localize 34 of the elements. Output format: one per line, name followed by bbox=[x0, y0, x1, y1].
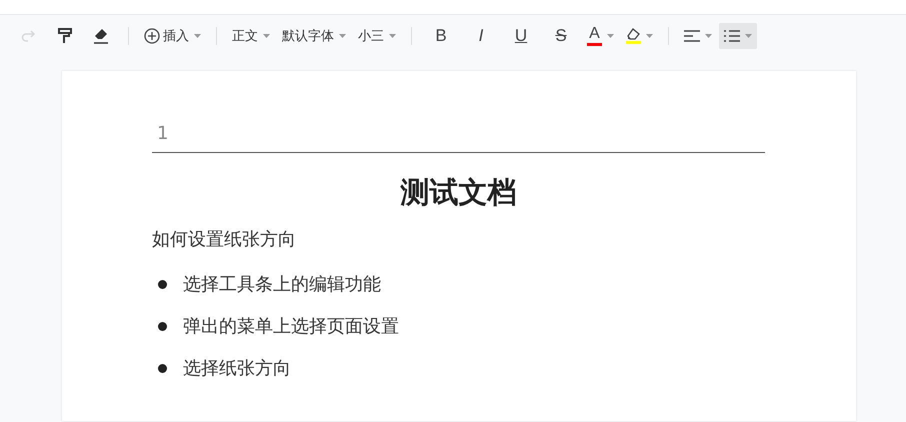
list-item-text: 弹出的菜单上选择页面设置 bbox=[183, 315, 399, 338]
caret-icon bbox=[194, 34, 201, 38]
bold-button[interactable]: B bbox=[422, 23, 460, 49]
caret-icon bbox=[263, 34, 270, 38]
redo-icon bbox=[21, 29, 37, 43]
strike-button[interactable]: S bbox=[542, 23, 580, 49]
plus-circle-icon bbox=[144, 28, 160, 44]
paragraph-text: 如何设置纸张方向 bbox=[152, 228, 297, 251]
header-text: 1 bbox=[152, 117, 765, 153]
document-title: 测试文档 bbox=[399, 174, 518, 211]
caret-icon bbox=[607, 34, 614, 38]
dropdown-button[interactable]: 正文 bbox=[227, 23, 275, 49]
caret-icon bbox=[339, 34, 346, 38]
list-item-text: 选择纸张方向 bbox=[183, 357, 291, 380]
align-left-icon bbox=[684, 30, 700, 42]
bullet-list-icon bbox=[724, 30, 740, 42]
caret-icon bbox=[389, 34, 396, 38]
caret-icon bbox=[646, 34, 653, 38]
dropdown-button[interactable]: 小三 bbox=[353, 23, 401, 49]
list-item-text: 选择工具条上的编辑功能 bbox=[183, 273, 381, 296]
dropdown-button[interactable]: 默认字体 bbox=[277, 23, 351, 49]
font-color-button[interactable]: A bbox=[582, 23, 619, 49]
bullet-icon bbox=[158, 322, 167, 330]
list-button[interactable] bbox=[719, 23, 757, 49]
bullet-icon bbox=[158, 280, 167, 288]
eraser-icon bbox=[93, 28, 109, 44]
paint-roller-icon bbox=[58, 28, 72, 44]
bullet-icon bbox=[158, 364, 167, 372]
italic-button[interactable]: I bbox=[462, 23, 500, 49]
marker-icon bbox=[626, 28, 640, 40]
insert-button[interactable]: 插入 bbox=[139, 23, 206, 49]
caret-icon bbox=[745, 34, 752, 38]
underline-button[interactable]: U bbox=[502, 23, 540, 49]
caret-icon bbox=[705, 34, 712, 38]
